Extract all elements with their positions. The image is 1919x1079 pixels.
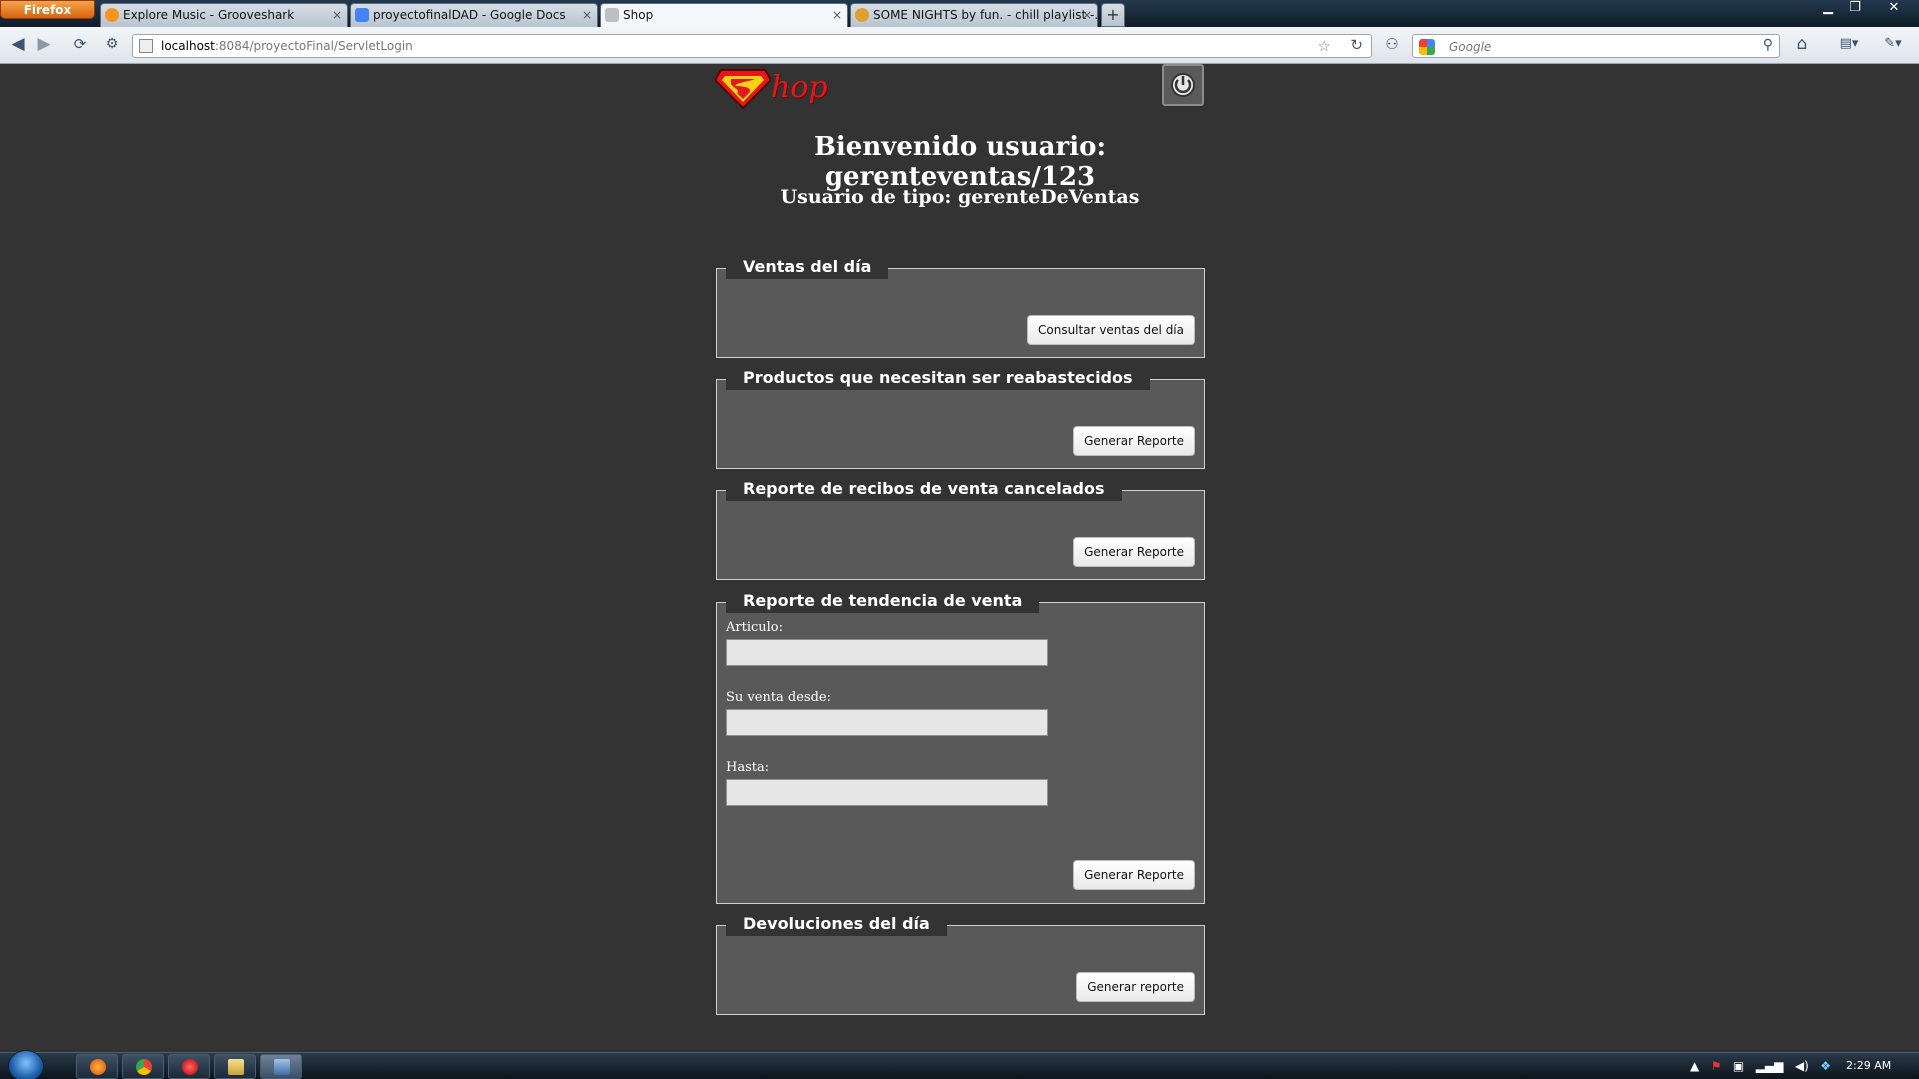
generar-reporte-cancelados-button[interactable]: Generar Reporte bbox=[1073, 537, 1195, 567]
bookmarks-menu-icon[interactable]: ▤▾ bbox=[1832, 33, 1866, 57]
site-identity-icon[interactable] bbox=[139, 39, 153, 53]
panel-reabastecer: Productos que necesitan ser reabastecido… bbox=[716, 368, 1205, 469]
url-host: localhost bbox=[161, 39, 215, 53]
articulo-input[interactable] bbox=[726, 639, 1048, 666]
forward-icon[interactable]: ▶ bbox=[32, 33, 56, 57]
minimize-icon[interactable]: ▁ bbox=[1815, 0, 1841, 18]
tab-title: SOME NIGHTS by fun. - chill playlist -..… bbox=[873, 8, 1098, 22]
taskbar-firefox[interactable] bbox=[76, 1054, 118, 1079]
url-reload-icon[interactable]: ↻ bbox=[1350, 36, 1363, 54]
dropbox-icon[interactable]: ❖ bbox=[1820, 1059, 1831, 1073]
tab-shop[interactable]: Shop × bbox=[600, 3, 848, 27]
logout-button[interactable] bbox=[1162, 64, 1204, 106]
close-tab-icon[interactable]: × bbox=[332, 4, 342, 26]
taskbar-opera[interactable] bbox=[168, 1054, 210, 1079]
url-text[interactable]: localhost:8084/proyectoFinal/ServletLogi… bbox=[161, 39, 413, 53]
search-bar[interactable]: Google ⚲ bbox=[1412, 34, 1780, 58]
panel-ventas-del-dia: Ventas del día Consultar ventas del día bbox=[716, 257, 1205, 358]
firefox-icon bbox=[90, 1059, 106, 1075]
flag-icon[interactable]: ⚑ bbox=[1711, 1059, 1722, 1073]
sync-icon[interactable]: ⚇ bbox=[1380, 33, 1404, 57]
system-tray[interactable]: ▲ ⚑ ▣ ▂▄▆ ◀) ❖ bbox=[1690, 1059, 1831, 1073]
bookmark-star-icon[interactable]: ☆ bbox=[1318, 37, 1331, 55]
close-window-icon[interactable]: ✕ bbox=[1870, 0, 1918, 18]
reload-icon[interactable]: ⟳ bbox=[68, 33, 92, 57]
close-tab-icon[interactable]: × bbox=[1082, 4, 1092, 26]
welcome-heading: Bienvenido usuario: gerenteventas/123 bbox=[813, 132, 1107, 192]
restore-icon[interactable]: ❐ bbox=[1842, 0, 1868, 18]
taskbar: ▲ ⚑ ▣ ▂▄▆ ◀) ❖ 2:29 AM bbox=[0, 1050, 1919, 1079]
panel-legend: Productos que necesitan ser reabastecido… bbox=[726, 368, 1150, 390]
tab-some-nights[interactable]: SOME NIGHTS by fun. - chill playlist -..… bbox=[850, 3, 1098, 27]
tab-title: Explore Music - Grooveshark bbox=[123, 8, 295, 22]
generar-reporte-tendencia-button[interactable]: Generar Reporte bbox=[1073, 860, 1195, 890]
search-input[interactable]: Google bbox=[1449, 40, 1491, 54]
panel-cancelados: Reporte de recibos de venta cancelados G… bbox=[716, 479, 1205, 580]
panel-legend: Devoluciones del día bbox=[726, 914, 947, 936]
browser-tab-bar: Firefox Explore Music - Grooveshark × pr… bbox=[0, 0, 1919, 27]
tray-expand-icon[interactable]: ▲ bbox=[1690, 1059, 1699, 1073]
hasta-label: Hasta: bbox=[726, 760, 770, 775]
taskbar-virtualbox[interactable] bbox=[260, 1054, 302, 1079]
taskbar-chrome[interactable] bbox=[122, 1054, 164, 1079]
panel-legend: Reporte de recibos de venta cancelados bbox=[726, 479, 1122, 501]
panel-legend: Ventas del día bbox=[726, 257, 889, 279]
home-icon[interactable]: ⌂ bbox=[1790, 33, 1814, 57]
panel-legend: Reporte de tendencia de venta bbox=[726, 591, 1040, 613]
taskbar-explorer[interactable] bbox=[214, 1054, 256, 1079]
folder-icon bbox=[228, 1059, 244, 1075]
tab-grooveshark[interactable]: Explore Music - Grooveshark × bbox=[100, 3, 348, 27]
new-tab-button[interactable]: + bbox=[1101, 3, 1125, 27]
panel-tendencia: Reporte de tendencia de venta Articulo: … bbox=[716, 591, 1205, 904]
superman-shield-icon bbox=[713, 69, 773, 110]
page-content: hop Bienvenido usuario: gerenteventas/12… bbox=[0, 64, 1919, 1052]
power-tray-icon[interactable]: ▣ bbox=[1733, 1059, 1744, 1073]
close-tab-icon[interactable]: × bbox=[832, 4, 842, 26]
generar-reporte-reabastecer-button[interactable]: Generar Reporte bbox=[1073, 426, 1195, 456]
search-go-icon[interactable]: ⚲ bbox=[1763, 37, 1773, 53]
articulo-label: Articulo: bbox=[726, 620, 784, 635]
google-docs-icon bbox=[355, 8, 369, 22]
power-icon bbox=[1171, 73, 1195, 97]
consultar-ventas-button[interactable]: Consultar ventas del día bbox=[1027, 315, 1195, 345]
generar-reporte-devoluciones-button[interactable]: Generar reporte bbox=[1076, 972, 1195, 1002]
hasta-input[interactable] bbox=[726, 779, 1048, 806]
tab-title: Shop bbox=[623, 8, 654, 22]
close-tab-icon[interactable]: × bbox=[582, 4, 592, 26]
volume-icon[interactable]: ◀) bbox=[1795, 1059, 1809, 1073]
logo-text: hop bbox=[771, 70, 828, 105]
grooveshark-icon bbox=[105, 8, 119, 22]
venta-desde-label: Su venta desde: bbox=[726, 690, 832, 705]
clock[interactable]: 2:29 AM bbox=[1846, 1059, 1891, 1072]
google-search-engine-icon[interactable] bbox=[1419, 39, 1435, 55]
network-icon[interactable]: ▂▄▆ bbox=[1756, 1059, 1784, 1073]
url-bar[interactable]: localhost:8084/proyectoFinal/ServletLogi… bbox=[132, 34, 1372, 58]
panel-devoluciones: Devoluciones del día Generar reporte bbox=[716, 914, 1205, 1015]
addon-icon[interactable]: ⚙ bbox=[100, 33, 124, 57]
cube-icon bbox=[274, 1059, 290, 1075]
tab-title: proyectofinalDAD - Google Docs bbox=[373, 8, 566, 22]
venta-desde-input[interactable] bbox=[726, 709, 1048, 736]
browser-nav-bar: ◀ ▶ ⟳ ⚙ localhost:8084/proyectoFinal/Ser… bbox=[0, 27, 1919, 64]
shop-logo[interactable]: hop bbox=[713, 66, 830, 110]
chrome-icon bbox=[136, 1059, 152, 1075]
opera-icon bbox=[182, 1059, 198, 1075]
tab-google-docs[interactable]: proyectofinalDAD - Google Docs × bbox=[350, 3, 598, 27]
url-path: :8084/proyectoFinal/ServletLogin bbox=[214, 39, 413, 53]
page-icon bbox=[605, 8, 619, 22]
back-icon[interactable]: ◀ bbox=[6, 33, 30, 57]
music-icon bbox=[855, 8, 869, 22]
firefox-menu-button[interactable]: Firefox bbox=[0, 0, 95, 19]
addons-menu-icon[interactable]: ✎▾ bbox=[1876, 33, 1910, 57]
start-button[interactable] bbox=[8, 1050, 44, 1079]
user-type-heading: Usuario de tipo: gerenteDeVentas bbox=[780, 186, 1140, 208]
